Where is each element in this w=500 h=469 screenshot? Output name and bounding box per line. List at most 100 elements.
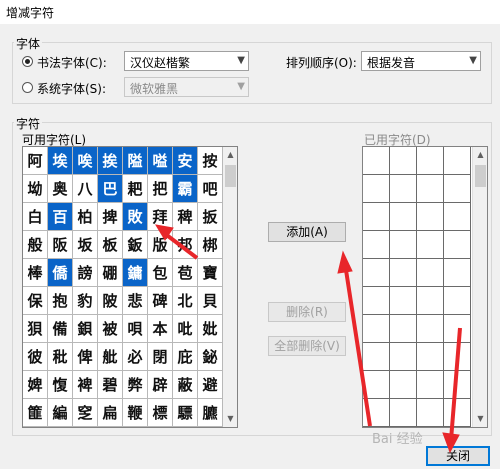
char-cell[interactable]: 北 <box>173 287 198 315</box>
char-cell[interactable]: 苞 <box>173 259 198 287</box>
char-cell[interactable]: 寶 <box>198 259 223 287</box>
char-cell[interactable]: 坳 <box>23 175 48 203</box>
char-cell[interactable]: 鋇 <box>73 315 98 343</box>
char-cell[interactable]: 霸 <box>173 175 198 203</box>
char-cell[interactable]: 保 <box>23 287 48 315</box>
char-cell[interactable]: 本 <box>148 315 173 343</box>
used-char-cell[interactable] <box>363 259 390 287</box>
char-cell[interactable]: 篚 <box>23 399 48 427</box>
used-char-cell[interactable] <box>417 147 444 175</box>
char-cell[interactable]: 耙 <box>123 175 148 203</box>
used-chars-scrollbar[interactable]: ▲ ▼ <box>472 147 487 427</box>
used-char-cell[interactable] <box>390 343 417 371</box>
used-char-cell[interactable] <box>363 399 390 427</box>
used-char-cell[interactable] <box>390 287 417 315</box>
used-char-cell[interactable] <box>363 231 390 259</box>
char-cell[interactable]: 庇 <box>173 343 198 371</box>
char-cell[interactable]: 巴 <box>98 175 123 203</box>
char-cell[interactable]: 謗 <box>73 259 98 287</box>
char-cell[interactable]: 抱 <box>48 287 73 315</box>
char-cell[interactable]: 弊 <box>123 371 148 399</box>
scroll-up-icon[interactable]: ▲ <box>473 147 487 163</box>
used-char-cell[interactable] <box>444 147 471 175</box>
char-cell[interactable]: 辟 <box>148 371 173 399</box>
char-cell[interactable]: 按 <box>198 147 223 175</box>
char-cell[interactable]: 秕 <box>48 343 73 371</box>
used-char-cell[interactable] <box>390 371 417 399</box>
char-cell[interactable]: 棒 <box>23 259 48 287</box>
used-char-cell[interactable] <box>363 147 390 175</box>
char-cell[interactable]: 舭 <box>98 343 123 371</box>
char-cell[interactable]: 包 <box>148 259 173 287</box>
char-cell[interactable]: 百 <box>48 203 73 231</box>
char-cell[interactable]: 碑 <box>148 287 173 315</box>
used-char-cell[interactable] <box>444 287 471 315</box>
scroll-up-icon[interactable]: ▲ <box>223 147 237 163</box>
char-cell[interactable]: 驃 <box>173 399 198 427</box>
used-char-cell[interactable] <box>444 315 471 343</box>
char-cell[interactable]: 必 <box>123 343 148 371</box>
char-cell[interactable]: 奥 <box>48 175 73 203</box>
used-char-cell[interactable] <box>444 259 471 287</box>
used-char-cell[interactable] <box>417 203 444 231</box>
char-cell[interactable]: 扁 <box>98 399 123 427</box>
used-char-cell[interactable] <box>417 371 444 399</box>
available-chars-scrollbar[interactable]: ▲ ▼ <box>222 147 237 427</box>
system-font-radio[interactable] <box>22 82 33 93</box>
used-char-cell[interactable] <box>390 203 417 231</box>
delete-button[interactable]: 删除(R) <box>268 302 346 322</box>
char-cell[interactable]: 八 <box>73 175 98 203</box>
calligraphy-font-select[interactable]: 汉仪赵楷繁 ▼ <box>124 51 249 71</box>
char-cell[interactable]: 版 <box>148 231 173 259</box>
char-cell[interactable]: 阪 <box>48 231 73 259</box>
char-cell[interactable]: 鈑 <box>123 231 148 259</box>
char-cell[interactable]: 鞭 <box>123 399 148 427</box>
calligraphy-font-radio[interactable] <box>22 56 33 67</box>
char-cell[interactable]: 編 <box>48 399 73 427</box>
char-cell[interactable]: 唉 <box>73 147 98 175</box>
system-font-select[interactable]: 微软雅黑 ▼ <box>124 77 249 97</box>
char-cell[interactable]: 邦 <box>173 231 198 259</box>
char-cell[interactable]: 硼 <box>98 259 123 287</box>
char-cell[interactable]: 隘 <box>123 147 148 175</box>
used-char-cell[interactable] <box>417 175 444 203</box>
char-cell[interactable]: 俾 <box>73 343 98 371</box>
used-char-cell[interactable] <box>363 287 390 315</box>
used-char-cell[interactable] <box>417 343 444 371</box>
char-cell[interactable]: 扳 <box>198 203 223 231</box>
close-button[interactable]: 关闭 <box>426 446 490 466</box>
scroll-down-icon[interactable]: ▼ <box>473 411 487 427</box>
char-cell[interactable]: 裨 <box>73 371 98 399</box>
char-cell[interactable]: 敗 <box>123 203 148 231</box>
char-cell[interactable]: 埃 <box>48 147 73 175</box>
used-char-cell[interactable] <box>417 287 444 315</box>
char-cell[interactable]: 挨 <box>98 147 123 175</box>
used-char-cell[interactable] <box>363 203 390 231</box>
char-cell[interactable]: 妣 <box>198 315 223 343</box>
char-cell[interactable]: 坂 <box>73 231 98 259</box>
used-char-cell[interactable] <box>390 315 417 343</box>
char-cell[interactable]: 僑 <box>48 259 73 287</box>
scroll-down-icon[interactable]: ▼ <box>223 411 237 427</box>
char-cell[interactable]: 鉍 <box>198 343 223 371</box>
char-cell[interactable]: 陂 <box>98 287 123 315</box>
char-cell[interactable]: 板 <box>98 231 123 259</box>
scroll-thumb[interactable] <box>475 165 486 187</box>
used-char-cell[interactable] <box>390 259 417 287</box>
char-cell[interactable]: 鏞 <box>123 259 148 287</box>
used-char-cell[interactable] <box>390 175 417 203</box>
char-cell[interactable]: 把 <box>148 175 173 203</box>
used-char-cell[interactable] <box>363 175 390 203</box>
used-char-cell[interactable] <box>363 371 390 399</box>
char-cell[interactable]: 阿 <box>23 147 48 175</box>
char-cell[interactable]: 彼 <box>23 343 48 371</box>
char-cell[interactable]: 柏 <box>73 203 98 231</box>
char-cell[interactable]: 拜 <box>148 203 173 231</box>
used-char-cell[interactable] <box>444 203 471 231</box>
char-cell[interactable]: 狽 <box>23 315 48 343</box>
used-char-cell[interactable] <box>444 175 471 203</box>
used-char-cell[interactable] <box>417 259 444 287</box>
delete-all-button[interactable]: 全部删除(V) <box>268 336 346 356</box>
char-cell[interactable]: 標 <box>148 399 173 427</box>
char-cell[interactable]: 般 <box>23 231 48 259</box>
